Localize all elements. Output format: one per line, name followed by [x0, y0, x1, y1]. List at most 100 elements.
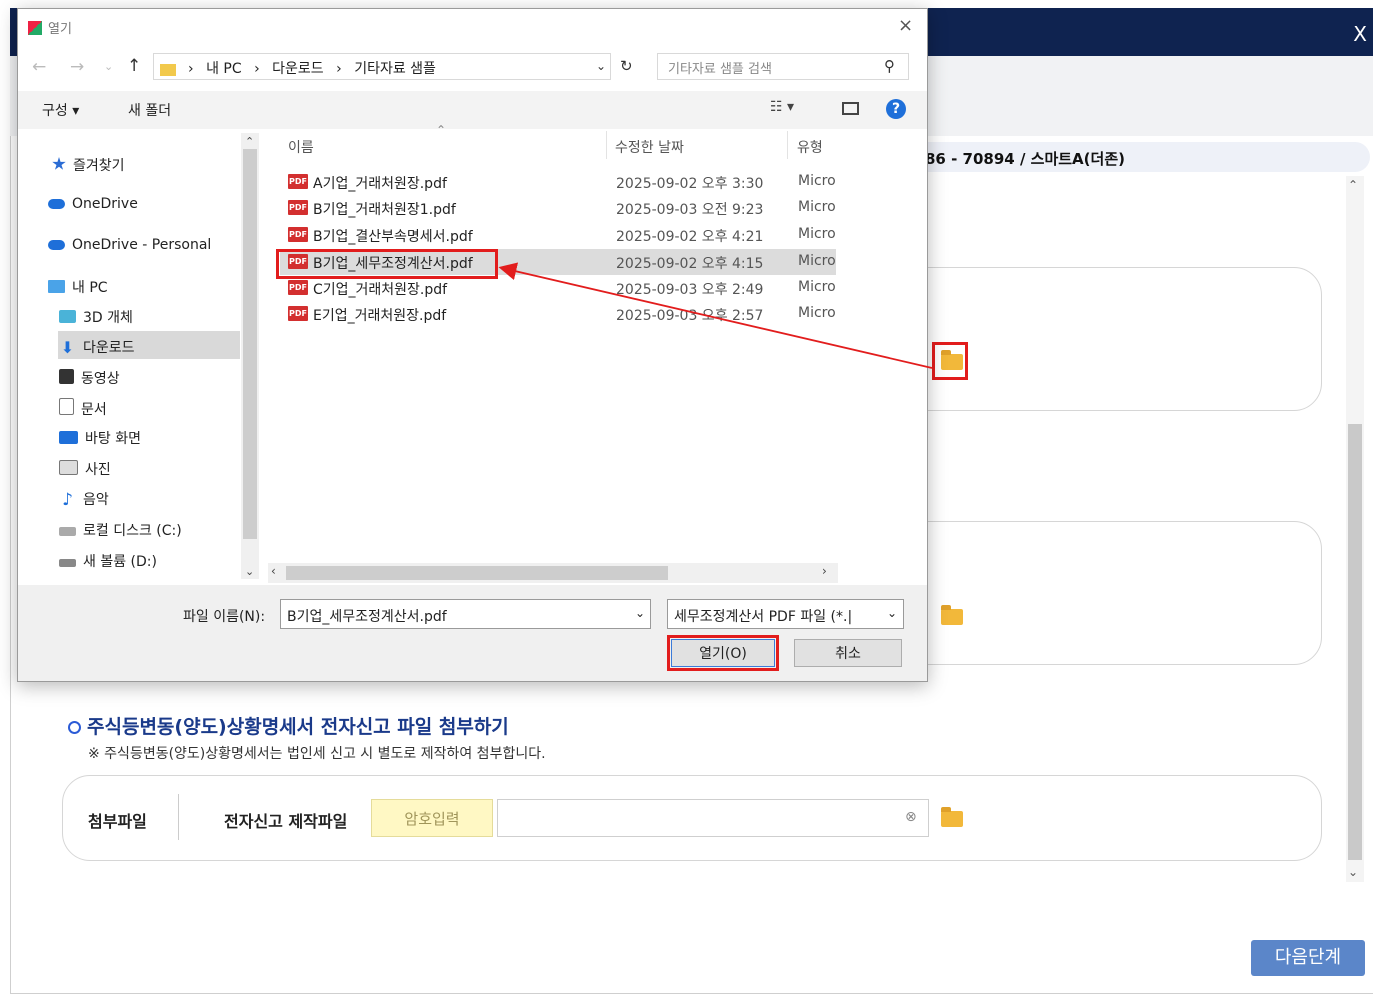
- file-row[interactable]: PDF B기업_거래처원장1.pdf 2025-09-03 오전 9:23 Micro: [280, 195, 836, 221]
- filetype-dropdown-icon[interactable]: ⌄: [887, 606, 897, 620]
- up-arrow-icon[interactable]: ↑: [127, 56, 141, 76]
- file-type: Micro: [798, 253, 836, 269]
- nav-label: 동영상: [81, 371, 120, 387]
- breadcrumb-separator: ›: [336, 61, 342, 77]
- bullet-icon: [68, 721, 81, 734]
- breadcrumb-item[interactable]: 다운로드: [272, 61, 324, 77]
- nav-item-favorites[interactable]: 즐겨찾기: [52, 155, 125, 175]
- column-header-date[interactable]: 수정한 날짜: [615, 137, 684, 157]
- recent-dropdown-icon[interactable]: ⌄: [104, 60, 113, 73]
- breadcrumb-item[interactable]: 내 PC: [206, 61, 242, 77]
- picture-icon: [59, 460, 78, 475]
- scroll-down-icon[interactable]: ⌄: [245, 565, 254, 578]
- nav-label: 문서: [81, 402, 107, 418]
- music-icon: ♪: [62, 490, 73, 510]
- sort-indicator-icon: ⌃: [436, 123, 447, 137]
- filename-dropdown-icon[interactable]: ⌄: [635, 606, 645, 620]
- file-name: B기업_결산부속명세서.pdf: [313, 229, 473, 245]
- preview-pane-icon[interactable]: [842, 102, 859, 115]
- file-row[interactable]: PDF B기업_결산부속명세서.pdf 2025-09-02 오후 4:21 Micr…: [280, 222, 836, 248]
- clear-icon[interactable]: ⊗: [905, 809, 917, 825]
- nav-scrollbar-thumb[interactable]: [243, 149, 257, 539]
- password-input[interactable]: 암호입력: [371, 799, 493, 837]
- refresh-icon[interactable]: ↻: [620, 57, 633, 75]
- folder-icon[interactable]: [941, 807, 963, 827]
- nav-label: 음악: [83, 492, 109, 508]
- nav-item-music[interactable]: ♪ 음악: [59, 489, 109, 509]
- forward-arrow-icon[interactable]: →: [70, 57, 84, 77]
- divider: [178, 794, 179, 840]
- app-scrollbar-thumb[interactable]: [1348, 424, 1362, 860]
- nav-item-onedrive[interactable]: OneDrive: [48, 196, 138, 212]
- dialog-title-text: 열기: [48, 22, 72, 37]
- breadcrumb-item[interactable]: 기타자료 샘플: [354, 61, 436, 77]
- column-separator[interactable]: [606, 131, 607, 159]
- folder-icon: [160, 64, 176, 76]
- pdf-file-icon: PDF: [288, 174, 308, 189]
- attach-label: 첨부파일: [88, 812, 147, 831]
- nav-item-this-pc[interactable]: 내 PC: [48, 277, 108, 297]
- nav-label: 로컬 디스크 (C:): [83, 523, 182, 539]
- file-date: 2025-09-02 오후 3:30: [616, 176, 764, 192]
- pdf-file-icon: PDF: [288, 227, 308, 242]
- star-icon: [52, 157, 66, 170]
- scroll-right-icon[interactable]: ›: [822, 564, 827, 578]
- highlight-box-open-button: [667, 635, 779, 671]
- scroll-up-icon[interactable]: ⌃: [245, 135, 254, 148]
- column-header-type[interactable]: 유형: [797, 137, 823, 157]
- column-separator[interactable]: [787, 131, 788, 159]
- pdf-file-icon: PDF: [288, 306, 308, 321]
- horizontal-scrollbar-thumb[interactable]: [286, 566, 668, 580]
- file-date: 2025-09-03 오전 9:23: [616, 202, 764, 218]
- file-type: Micro: [798, 305, 836, 321]
- nav-item-documents[interactable]: 문서: [59, 398, 107, 419]
- app-icon: [28, 21, 42, 35]
- filename-label: 파일 이름(N):: [183, 609, 266, 625]
- back-arrow-icon[interactable]: ←: [32, 57, 46, 77]
- cloud-icon: [48, 240, 65, 250]
- nav-item-videos[interactable]: 동영상: [59, 368, 120, 388]
- nav-label: 새 볼륨 (D:): [83, 554, 157, 570]
- folder-icon[interactable]: [941, 605, 963, 625]
- view-options-icon[interactable]: ☷ ▾: [770, 99, 794, 115]
- next-step-button[interactable]: 다음단계: [1251, 940, 1365, 976]
- nav-item-desktop[interactable]: 바탕 화면: [59, 428, 141, 448]
- scroll-left-icon[interactable]: ‹: [271, 564, 276, 578]
- file-name: E기업_거래처원장.pdf: [313, 308, 447, 324]
- breadcrumb: › 내 PC › 다운로드 › 기타자료 샘플: [184, 58, 440, 78]
- nav-label: 즐겨찾기: [73, 158, 125, 174]
- address-dropdown-icon[interactable]: ⌄: [596, 59, 606, 73]
- scroll-up-icon[interactable]: ⌃: [1348, 178, 1358, 192]
- file-open-dialog: 열기 × ← → ⌄ ↑ › 내 PC › 다운로드 › 기타자료 샘플 ⌄ ↻…: [17, 8, 928, 682]
- nav-label: 다운로드: [83, 340, 135, 356]
- file-row[interactable]: PDF E기업_거래처원장.pdf 2025-09-03 오후 2:57 Micro: [280, 301, 836, 327]
- file-name: A기업_거래처원장.pdf: [313, 176, 447, 192]
- scroll-down-icon[interactable]: ⌄: [1348, 865, 1358, 879]
- file-row[interactable]: PDF A기업_거래처원장.pdf 2025-09-02 오후 3:30 Micro: [280, 169, 836, 195]
- nav-item-drive-c[interactable]: 로컬 디스크 (C:): [59, 520, 182, 540]
- breadcrumb-separator: ›: [188, 61, 194, 77]
- document-icon: [59, 398, 74, 415]
- nav-label: OneDrive - Personal: [72, 237, 212, 253]
- new-folder-button[interactable]: 새 폴더: [128, 100, 171, 120]
- nav-item-3d[interactable]: 3D 개체: [59, 307, 133, 327]
- pdf-file-icon: PDF: [288, 280, 308, 295]
- app-close-button[interactable]: X: [1353, 22, 1367, 46]
- disk-icon: [59, 559, 76, 567]
- nav-item-onedrive-personal[interactable]: OneDrive - Personal: [48, 237, 211, 253]
- column-header-name[interactable]: 이름: [288, 137, 314, 157]
- file-date: 2025-09-03 오후 2:49: [616, 282, 764, 298]
- section-note: ※ 주식등변동(양도)상황명세서는 법인세 신고 시 별도로 제작하여 첨부합니…: [88, 746, 546, 762]
- dialog-close-button[interactable]: ×: [898, 15, 913, 36]
- nav-item-drive-d[interactable]: 새 볼륨 (D:): [59, 551, 157, 571]
- cancel-button[interactable]: 취소: [794, 639, 902, 667]
- organize-menu[interactable]: 구성 ▾: [42, 100, 79, 120]
- nav-item-downloads[interactable]: ⬇ 다운로드: [59, 337, 135, 357]
- help-icon[interactable]: ?: [886, 99, 906, 119]
- nav-item-pictures[interactable]: 사진: [59, 459, 111, 479]
- search-icon[interactable]: ⚲: [884, 57, 895, 75]
- company-info: 86 - 70894 / 스마트A(더존): [925, 150, 1125, 168]
- breadcrumb-separator: ›: [254, 61, 260, 77]
- cloud-icon: [48, 199, 65, 209]
- file-path-input[interactable]: [497, 799, 929, 837]
